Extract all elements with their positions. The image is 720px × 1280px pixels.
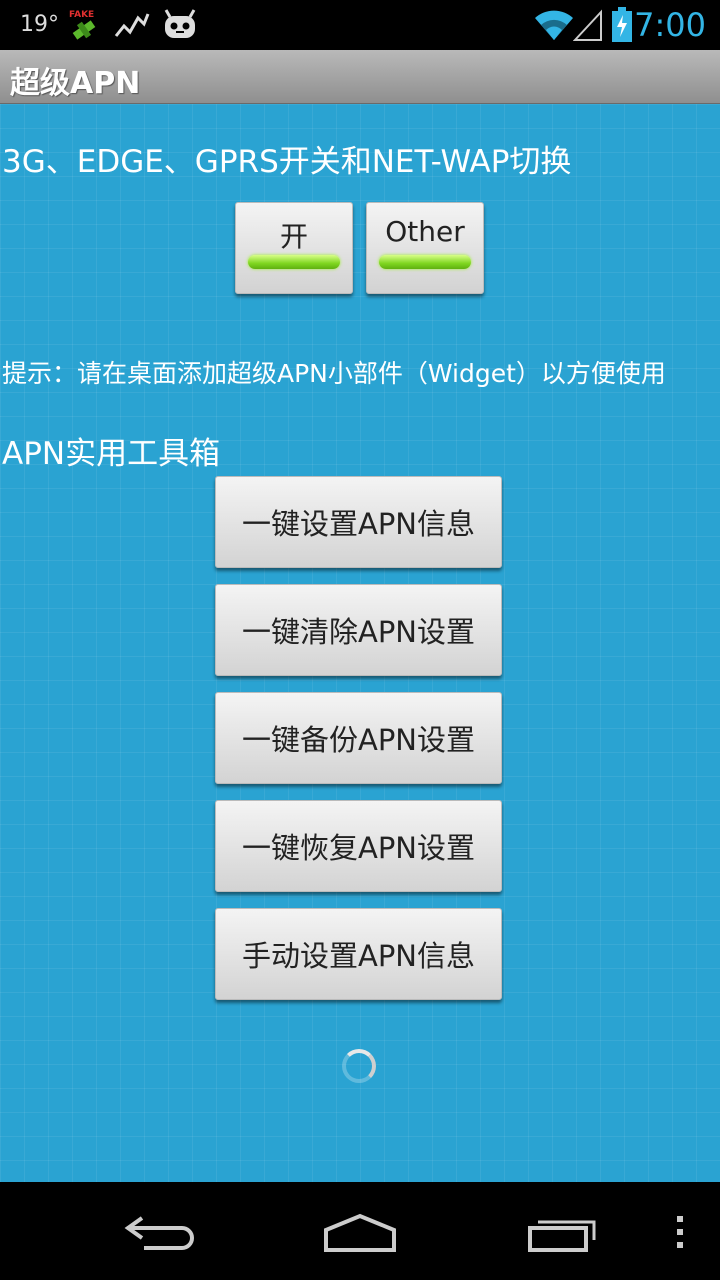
widget-hint-text: 提示：请在桌面添加超级APN小部件（Widget）以方便使用: [2, 359, 666, 388]
activity-graph-icon: [112, 6, 152, 44]
back-icon[interactable]: [110, 1202, 210, 1262]
recent-apps-icon[interactable]: [512, 1202, 612, 1262]
wifi-icon: [532, 6, 576, 44]
other-apn-indicator: [379, 255, 471, 269]
clock-text: 7:00: [634, 6, 706, 44]
status-bar: 19° FAKE 7:00: [0, 0, 720, 50]
battery-charging-icon: [608, 6, 636, 44]
one-click-restore-apn-button[interactable]: 一键恢复APN设置: [215, 800, 502, 892]
other-apn-button[interactable]: Other: [366, 202, 484, 294]
other-apn-label: Other: [385, 215, 465, 248]
temperature-text: 19°: [20, 12, 59, 37]
one-click-set-apn-button[interactable]: 一键设置APN信息: [215, 476, 502, 568]
svg-text:FAKE: FAKE: [69, 10, 94, 20]
manual-set-apn-button[interactable]: 手动设置APN信息: [215, 908, 502, 1000]
android-robot-icon: [160, 6, 200, 44]
overflow-menu-icon[interactable]: [630, 1202, 720, 1262]
app-title: 超级APN: [10, 66, 141, 101]
main-content: 3G、EDGE、GPRS开关和NET-WAP切换 开 Other 提示：请在桌面…: [0, 104, 720, 1182]
loading-spinner: [342, 1049, 376, 1083]
switch-section-heading: 3G、EDGE、GPRS开关和NET-WAP切换: [2, 144, 572, 180]
one-click-clear-apn-button[interactable]: 一键清除APN设置: [215, 584, 502, 676]
navigation-bar: [0, 1182, 720, 1280]
home-icon[interactable]: [310, 1202, 410, 1262]
data-on-button[interactable]: 开: [235, 202, 353, 294]
one-click-backup-apn-button[interactable]: 一键备份APN设置: [215, 692, 502, 784]
fake-gps-icon: FAKE: [64, 6, 104, 44]
action-bar: 超级APN: [0, 50, 720, 104]
data-on-label: 开: [279, 220, 308, 253]
toolbox-heading: APN实用工具箱: [2, 436, 221, 472]
cell-signal-icon: [572, 6, 604, 44]
data-on-indicator: [248, 255, 340, 269]
